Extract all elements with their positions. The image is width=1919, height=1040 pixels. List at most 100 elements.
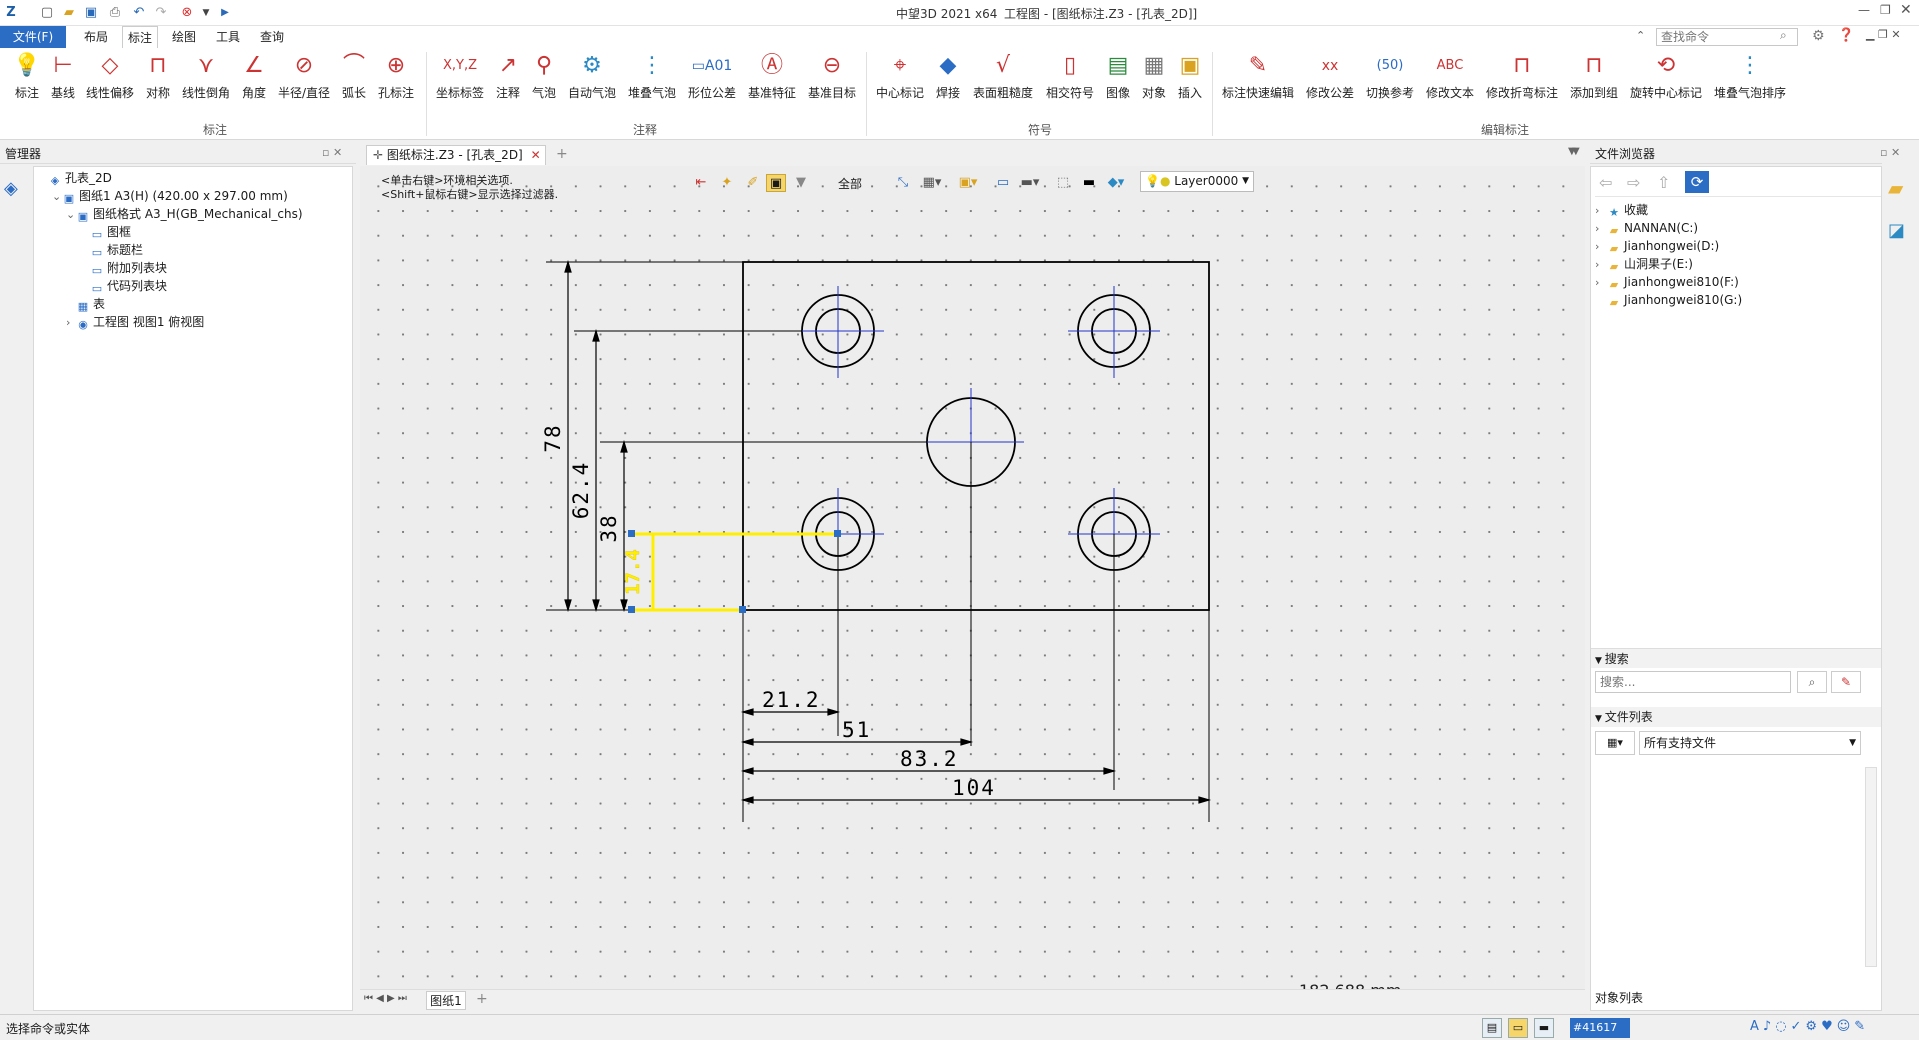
radius-diameter-button[interactable]: ⊘ 半径/直径 bbox=[276, 52, 332, 101]
linear-offset-button[interactable]: ◇ 线性偏移 bbox=[84, 52, 136, 101]
grip-handle[interactable] bbox=[628, 530, 635, 537]
screen-icon[interactable]: ▭ bbox=[1508, 1018, 1528, 1038]
file-search-input[interactable] bbox=[1595, 671, 1791, 693]
panel-pin-icon[interactable]: ▫ ✕ bbox=[1880, 146, 1900, 159]
tree-item[interactable]: ⌄ ▣ 图纸格式 A3_H(GB_Mechanical_chs) bbox=[66, 205, 303, 223]
selected-dimension-17-4[interactable]: 17.4 bbox=[622, 530, 841, 613]
tab-close-icon[interactable]: ✕ bbox=[531, 148, 541, 162]
drive-item[interactable]: › ▰ NANNAN(C:) bbox=[1595, 219, 1698, 237]
expand-toggle-icon[interactable]: ⌄ bbox=[52, 188, 62, 206]
auto-balloon-button[interactable]: ⚙ 自动气泡 bbox=[566, 52, 618, 101]
tab-layout[interactable]: 布局 bbox=[80, 26, 112, 48]
toggle-reference-button[interactable]: (50) 切换参考 bbox=[1364, 52, 1416, 101]
sort-balloon-button[interactable]: ⋮ 堆叠气泡排序 bbox=[1712, 52, 1788, 101]
tab-annotate[interactable]: 标注 bbox=[122, 26, 158, 48]
tree-item[interactable]: ▭ 代码列表块 bbox=[80, 277, 167, 295]
grip-handle[interactable] bbox=[628, 606, 635, 613]
window-icon[interactable]: ▬ bbox=[1534, 1018, 1554, 1038]
tree-item[interactable]: ▦ 表 bbox=[66, 295, 105, 313]
tree-item[interactable]: ▭ 附加列表块 bbox=[80, 259, 167, 277]
new-tab-icon[interactable]: + bbox=[556, 146, 568, 162]
grip-handle[interactable] bbox=[739, 606, 746, 613]
redo-icon[interactable]: ↷ bbox=[152, 4, 170, 22]
dim-text-38[interactable]: 38 bbox=[597, 513, 621, 542]
dim-text-17-4[interactable]: 17.4 bbox=[622, 549, 644, 595]
collapse-ribbon-icon[interactable]: ⌃ bbox=[1636, 29, 1645, 42]
dim-text-62-4[interactable]: 62.4 bbox=[569, 461, 593, 520]
expand-toggle-icon[interactable]: › bbox=[1595, 238, 1607, 256]
minimize-icon[interactable]: — bbox=[1858, 3, 1870, 17]
print-icon[interactable]: ⎙ bbox=[106, 4, 124, 22]
settings-icon[interactable]: ⚙ bbox=[1812, 28, 1825, 44]
dim-text-78[interactable]: 78 bbox=[541, 423, 565, 452]
expand-toggle-icon[interactable]: › bbox=[1595, 256, 1607, 274]
close-icon[interactable]: ✕ bbox=[1900, 2, 1912, 18]
weld-button[interactable]: ◆ 焊接 bbox=[934, 52, 962, 101]
modify-tolerance-button[interactable]: xx 修改公差 bbox=[1304, 52, 1356, 101]
library-icon[interactable]: ◪ bbox=[1888, 220, 1905, 241]
baseline-button[interactable]: ⊢ 基线 bbox=[48, 52, 78, 101]
center-mark-button[interactable]: ⌖ 中心标记 bbox=[874, 52, 926, 101]
help-icon[interactable]: ❓ bbox=[1838, 28, 1854, 43]
maximize-icon[interactable]: ❐ bbox=[1880, 3, 1891, 17]
tree-item[interactable]: ▭ 图框 bbox=[80, 223, 131, 241]
dimension-button[interactable]: 💡 标注 bbox=[12, 52, 42, 101]
sheet-nav-icon[interactable]: ⏮ ◀ ▶ ⏭ bbox=[364, 993, 407, 1004]
clear-search-icon[interactable]: ✎ bbox=[1831, 671, 1861, 693]
tray-icons[interactable]: A♪◌✓⚙♥☺✎ bbox=[1750, 1019, 1869, 1034]
drive-item[interactable]: › ▰ Jianhongwei810(F:) bbox=[1595, 273, 1739, 291]
search-icon[interactable]: ⌕ bbox=[1797, 671, 1827, 693]
gdt-button[interactable]: ▭A01 形位公差 bbox=[686, 52, 738, 101]
restore-doc-icon[interactable]: ▁ ❐ ✕ bbox=[1866, 28, 1901, 41]
expand-toggle-icon[interactable]: ⌄ bbox=[66, 206, 76, 224]
doc-tab[interactable]: ✛ 图纸标注.Z3 - [孔表_2D] ✕ bbox=[366, 145, 546, 165]
expand-toggle-icon[interactable]: › bbox=[1595, 274, 1607, 292]
tree-item[interactable]: ◈ 孔表_2D bbox=[38, 169, 112, 187]
quick-access-dropdown-icon[interactable]: ▼ bbox=[197, 4, 215, 22]
panel-dropdown-icon[interactable]: ▼ bbox=[1568, 146, 1576, 157]
refresh-icon[interactable]: ⟳ bbox=[1685, 171, 1709, 193]
arc-length-button[interactable]: ⌒ 弧长 bbox=[340, 52, 368, 101]
search-icon[interactable]: ⌕ bbox=[1780, 28, 1787, 43]
datum-target-button[interactable]: ⊖ 基准目标 bbox=[806, 52, 858, 101]
insert-button[interactable]: ▣ 插入 bbox=[1176, 52, 1204, 101]
panel-pin-icon[interactable]: ▫ ✕ bbox=[322, 146, 342, 159]
expand-toggle-icon[interactable]: › bbox=[1595, 220, 1607, 238]
dim-text-104[interactable]: 104 bbox=[952, 776, 996, 800]
command-search-input[interactable] bbox=[1656, 28, 1798, 46]
drive-item[interactable]: ▰ Jianhongwei810(G:) bbox=[1595, 291, 1742, 309]
folder-icon[interactable]: ▰ bbox=[1888, 176, 1903, 200]
grip-handle[interactable] bbox=[834, 530, 841, 537]
save-icon[interactable]: ▣ bbox=[82, 4, 100, 22]
stacked-balloon-button[interactable]: ⋮ 堆叠气泡 bbox=[626, 52, 678, 101]
rotate-center-mark-button[interactable]: ⟲ 旋转中心标记 bbox=[1628, 52, 1704, 101]
expand-toggle-icon[interactable]: › bbox=[1595, 202, 1607, 220]
add-to-group-button[interactable]: ⊓ 添加到组 bbox=[1568, 52, 1620, 101]
file-type-select[interactable]: 所有支持文件 ▼ bbox=[1639, 731, 1861, 755]
tree-item[interactable]: ▭ 标题栏 bbox=[80, 241, 143, 259]
balloon-button[interactable]: ⚲ 气泡 bbox=[530, 52, 558, 101]
layout-icon[interactable]: ▤ bbox=[1482, 1018, 1502, 1038]
forward-icon[interactable]: ⇨ bbox=[1627, 173, 1640, 192]
sheet-tab[interactable]: 图纸1 bbox=[426, 991, 466, 1010]
add-sheet-icon[interactable]: + bbox=[476, 991, 488, 1007]
manager-toggle-icon[interactable]: ◈ bbox=[4, 178, 18, 199]
back-icon[interactable]: ⇦ bbox=[1599, 173, 1612, 192]
intersection-symbol-button[interactable]: ▯ 相交符号 bbox=[1044, 52, 1096, 101]
expand-toggle-icon[interactable]: › bbox=[66, 314, 76, 332]
image-button[interactable]: ▤ 图像 bbox=[1104, 52, 1132, 101]
search-section[interactable]: ▼ 搜索 bbox=[1591, 648, 1881, 668]
favorites-item[interactable]: › ★ 收藏 bbox=[1595, 201, 1648, 219]
drive-item[interactable]: › ▰ 山洞果子(E:) bbox=[1595, 255, 1693, 273]
tab-query[interactable]: 查询 bbox=[256, 26, 288, 48]
dim-text-21-2[interactable]: 21.2 bbox=[762, 688, 821, 712]
dim-text-83-2[interactable]: 83.2 bbox=[900, 747, 959, 771]
tree-item[interactable]: ⌄ ▣ 图纸1 A3(H) (420.00 x 297.00 mm) bbox=[52, 187, 288, 205]
open-folder-icon[interactable]: ▰ bbox=[60, 4, 78, 22]
modify-bend-button[interactable]: ⊓ 修改折弯标注 bbox=[1484, 52, 1560, 101]
tree-item[interactable]: › ◉ 工程图 视图1 俯视图 bbox=[66, 313, 204, 331]
hole-dimension-button[interactable]: ⊕ 孔标注 bbox=[376, 52, 416, 101]
modify-text-button[interactable]: ABC 修改文本 bbox=[1424, 52, 1476, 101]
view-mode-icon[interactable]: ▦▾ bbox=[1595, 731, 1635, 755]
quick-edit-button[interactable]: ✎ 标注快速编辑 bbox=[1220, 52, 1296, 101]
